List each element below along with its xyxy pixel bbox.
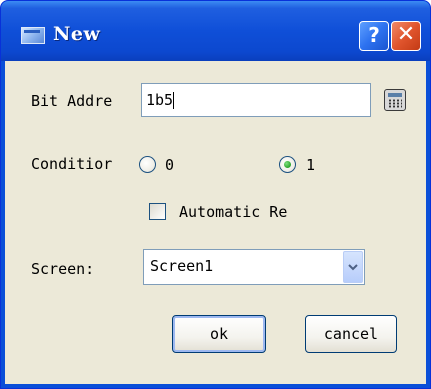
condition-label: Conditior <box>31 155 113 173</box>
close-button[interactable]: ✕ <box>391 21 421 51</box>
dialog-body: Bit Addre 1b5 Conditior 0 1 Automatic Re… <box>5 61 426 384</box>
automatic-label: Automatic Re <box>179 203 288 221</box>
calculator-screen <box>388 93 402 97</box>
ok-button[interactable]: ok <box>172 315 266 353</box>
dialog-window: New ? ✕ Bit Addre 1b5 Conditior 0 1 Auto… <box>0 0 431 389</box>
screen-dropdown-button[interactable] <box>343 251 363 283</box>
chevron-down-icon <box>348 264 358 271</box>
bit-address-label: Bit Addre <box>31 92 113 110</box>
condition-radio-0[interactable] <box>139 156 156 173</box>
calculator-icon[interactable] <box>384 89 406 111</box>
calculator-keys <box>388 99 402 108</box>
bit-address-value: 1b5 <box>146 91 174 109</box>
text-caret <box>173 92 175 109</box>
condition-radio-0-label: 0 <box>165 156 175 174</box>
title-bar[interactable]: New ? ✕ <box>1 1 430 61</box>
screen-select-value: Screen1 <box>150 257 214 275</box>
window-title: New <box>53 23 101 45</box>
window-icon <box>21 27 45 44</box>
screen-label: Screen: <box>31 260 95 278</box>
condition-radio-1[interactable] <box>279 156 296 173</box>
condition-radio-1-label: 1 <box>306 156 316 174</box>
help-button[interactable]: ? <box>359 21 389 51</box>
automatic-checkbox[interactable] <box>149 203 166 220</box>
screen-select[interactable]: Screen1 <box>143 249 365 285</box>
bit-address-input[interactable]: 1b5 <box>141 83 371 117</box>
cancel-button[interactable]: cancel <box>305 315 397 353</box>
